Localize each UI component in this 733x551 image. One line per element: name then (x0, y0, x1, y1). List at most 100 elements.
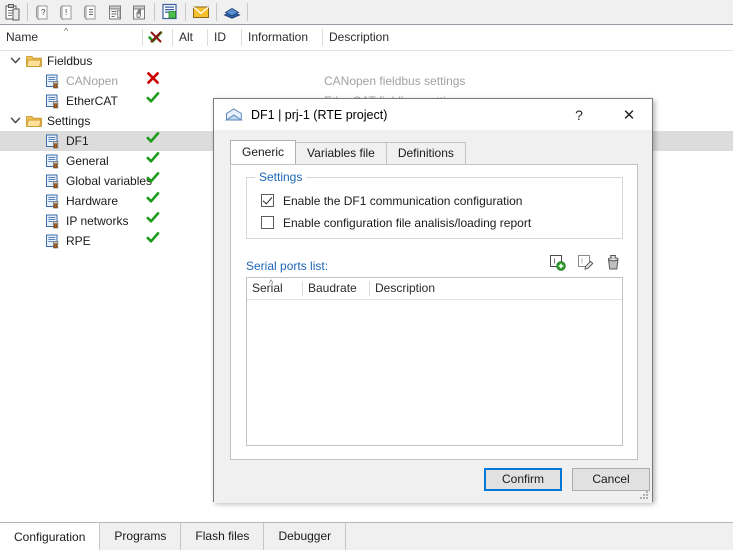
status-ok-icon (145, 171, 161, 191)
chevron-down-icon[interactable] (9, 54, 22, 67)
status-ok-icon (145, 191, 161, 211)
serial-ports-table-header: Serial ^ Baudrate Description (247, 278, 622, 300)
settings-group-legend: Settings (255, 170, 307, 184)
resize-grip[interactable] (638, 489, 650, 501)
edit-serial-port-icon[interactable]: I (576, 253, 595, 272)
tree-row[interactable]: Fieldbus (0, 51, 733, 71)
page-list-icon[interactable] (79, 1, 103, 24)
enable-df1-checkbox[interactable] (261, 194, 274, 207)
add-serial-port-icon[interactable]: I (548, 253, 567, 272)
status-ok-icon (145, 91, 161, 111)
hand-page-icon[interactable] (127, 1, 151, 24)
mail-icon[interactable] (189, 1, 213, 24)
column-header-name[interactable]: Name (0, 25, 142, 50)
status-ok-icon (145, 231, 161, 251)
df1-dialog: DF1 | prj-1 (RTE project) ? ✕ Generic Var… (213, 98, 653, 503)
config-item-icon (45, 194, 61, 209)
dialog-titlebar[interactable]: DF1 | prj-1 (RTE project) ? ✕ (214, 99, 652, 130)
dialog-tabs: Generic Variables file Definitions (230, 140, 466, 164)
dialog-tab-generic[interactable]: Generic (230, 140, 297, 164)
sort-indicator-name: ^ (64, 26, 69, 36)
cancel-button[interactable]: Cancel (572, 468, 650, 491)
config-item-icon (45, 154, 61, 169)
toolbar-separator-2 (154, 3, 155, 21)
tree-column-header: Name ^ Alt ID Information Description (0, 25, 733, 51)
config-item-icon (45, 134, 61, 149)
tree-row[interactable]: CANopen CANopen fieldbus settings (0, 71, 733, 91)
book-icon[interactable] (220, 1, 244, 24)
config-item-icon (45, 234, 61, 249)
bottom-tab-programs[interactable]: Programs (100, 523, 182, 550)
tree-item-label: CANopen (66, 74, 119, 88)
config-item-icon (45, 74, 61, 89)
toolbar-separator-3 (185, 3, 186, 21)
serial-column-serial[interactable]: Serial (247, 278, 302, 299)
serial-ports-table[interactable]: Serial ^ Baudrate Description (246, 277, 623, 446)
bottom-tab-configuration[interactable]: Configuration (0, 523, 101, 550)
sort-indicator-serial: ^ (269, 278, 274, 288)
tree-item-description: CANopen fieldbus settings (324, 74, 466, 88)
enable-report-checkbox[interactable] (261, 216, 274, 229)
report-icon[interactable] (158, 1, 182, 24)
svg-text:I: I (581, 259, 583, 266)
delete-serial-port-icon[interactable] (604, 253, 623, 272)
toolbar-separator-4 (216, 3, 217, 21)
tree-item-label: EtherCAT (66, 94, 118, 108)
tree-item-label: DF1 (66, 134, 89, 148)
enable-df1-label: Enable the DF1 communication configurati… (283, 193, 523, 208)
page-question-icon[interactable]: ? (31, 1, 55, 24)
settings-group: Settings Enable the DF1 communication co… (246, 170, 623, 239)
folder-icon (26, 114, 42, 128)
tree-item-label: Fieldbus (47, 54, 93, 68)
checkbox-row-enable-df1[interactable]: Enable the DF1 communication configurati… (261, 192, 522, 209)
folder-icon (26, 54, 42, 68)
svg-text:I: I (554, 259, 556, 266)
config-item-icon (45, 214, 61, 229)
status-ok-icon (145, 151, 161, 171)
close-icon[interactable]: ✕ (609, 99, 649, 130)
svg-text:?: ? (41, 8, 46, 17)
dialog-tab-variables-file[interactable]: Variables file (295, 142, 387, 164)
page-warning-icon[interactable]: ! (55, 1, 79, 24)
column-header-information[interactable]: Information (242, 25, 322, 50)
column-header-id[interactable]: ID (208, 25, 241, 50)
confirm-button[interactable]: Confirm (484, 468, 562, 491)
serial-ports-actions: I I (548, 253, 623, 272)
enable-report-label: Enable configuration file analisis/loadi… (283, 215, 532, 230)
tree-item-label: IP networks (66, 214, 129, 228)
serial-column-description[interactable]: Description (370, 278, 570, 299)
tree-item-label: Global variables (66, 174, 153, 188)
serial-column-baudrate[interactable]: Baudrate (303, 278, 369, 299)
checkbox-row-enable-report[interactable]: Enable configuration file analisis/loadi… (261, 214, 531, 231)
column-header-alt[interactable]: Alt (173, 25, 207, 50)
dialog-tab-definitions[interactable]: Definitions (385, 142, 466, 164)
column-header-description[interactable]: Description (323, 25, 523, 50)
generic-tab-panel: Settings Enable the DF1 communication co… (230, 164, 638, 460)
config-item-icon (45, 174, 61, 189)
dialog-title: DF1 | prj-1 (RTE project) (251, 107, 388, 122)
toolbar-separator-5 (247, 3, 248, 21)
main-toolbar: ? ! (0, 0, 733, 25)
tree-item-label: RPE (66, 234, 91, 248)
bottom-tab-debugger[interactable]: Debugger (264, 523, 347, 550)
status-error-icon (145, 71, 161, 91)
dialog-body: Generic Variables file Definitions Setting… (214, 130, 652, 503)
status-ok-icon (145, 131, 161, 151)
serial-ports-list-label: Serial ports list: (246, 259, 329, 273)
window-code-icon[interactable] (103, 1, 127, 24)
clipboard-icon[interactable] (0, 1, 24, 24)
bottom-tab-bar: Configuration Programs Flash files Debugger (0, 522, 733, 550)
status-column-glyph (147, 29, 165, 45)
tree-item-label: General (66, 154, 109, 168)
status-ok-icon (145, 211, 161, 231)
tree-item-label: Hardware (66, 194, 119, 208)
dialog-app-icon (224, 107, 243, 123)
toolbar-separator-1 (27, 3, 28, 21)
chevron-down-icon[interactable] (9, 114, 22, 127)
tree-item-label: Settings (47, 114, 91, 128)
column-header-status[interactable] (143, 25, 172, 50)
help-button[interactable]: ? (559, 99, 599, 130)
bottom-tab-flash-files[interactable]: Flash files (181, 523, 265, 550)
svg-text:!: ! (65, 8, 67, 17)
config-item-icon (45, 94, 61, 109)
